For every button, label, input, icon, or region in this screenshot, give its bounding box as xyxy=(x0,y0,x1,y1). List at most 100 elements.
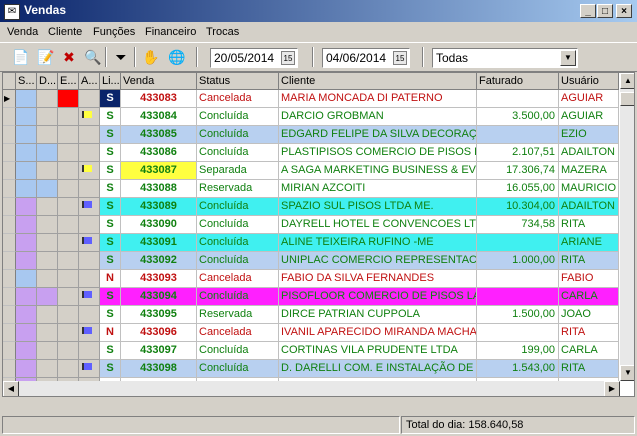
column-header[interactable]: Venda xyxy=(121,73,197,90)
menu-cliente[interactable]: Cliente xyxy=(48,26,82,38)
attachment-cell xyxy=(79,288,100,306)
invoiced-cell: 2.107,51 xyxy=(477,144,559,162)
menu-financeiro[interactable]: Financeiro xyxy=(145,26,196,38)
table-row[interactable]: S 433094 Concluída PISOFLOOR COMERCIO DE PI… xyxy=(3,288,619,306)
status-cell: Concluída xyxy=(197,198,279,216)
column-header[interactable]: S... xyxy=(16,73,37,90)
attachment-cell xyxy=(79,360,100,378)
delivery-color-cell xyxy=(37,270,58,288)
table-row[interactable]: S 433086 Concluída PLASTIPISOS COMERCIO DE … xyxy=(3,144,619,162)
table-row[interactable]: S 433095 Reservada DIRCE PATRIAN CUPPOLA 1.5… xyxy=(3,306,619,324)
user-cell: ADAILTON xyxy=(559,198,619,216)
column-header[interactable]: E... xyxy=(58,73,79,90)
invoiced-cell: 10.304,00 xyxy=(477,198,559,216)
menu-bar: Venda Cliente Funções Financeiro Trocas xyxy=(0,22,637,42)
table-row[interactable]: S 433087 Separada A SAGA MARKETING BUSINESS… xyxy=(3,162,619,180)
hand-icon[interactable]: ✋ xyxy=(140,46,162,68)
date-from-field[interactable]: 20/05/2014 15 xyxy=(210,48,298,68)
row-indicator xyxy=(3,270,16,288)
calendar-icon[interactable]: 15 xyxy=(393,51,407,65)
scroll-thumb[interactable] xyxy=(620,92,634,106)
search-icon[interactable]: 🔍 xyxy=(82,46,104,68)
error-color-cell xyxy=(58,288,79,306)
edit-document-icon[interactable]: 📝 xyxy=(35,46,57,68)
column-header[interactable]: Li... xyxy=(100,73,121,90)
close-button[interactable]: × xyxy=(616,4,632,18)
delete-document-icon[interactable]: ✖ xyxy=(58,46,80,68)
error-color-cell xyxy=(58,324,79,342)
column-header[interactable]: Status xyxy=(197,73,279,90)
invoiced-cell xyxy=(477,90,559,108)
client-cell: FABIO DA SILVA FERNANDES xyxy=(279,270,477,288)
scroll-left-icon[interactable]: ◀ xyxy=(3,381,19,396)
maximize-button[interactable]: □ xyxy=(597,4,613,18)
column-header[interactable]: A... xyxy=(79,73,100,90)
invoiced-cell: 734,58 xyxy=(477,216,559,234)
client-cell: PLASTIPISOS COMERCIO DE PISOS LT xyxy=(279,144,477,162)
delivery-color-cell xyxy=(37,306,58,324)
date-to-field[interactable]: 04/06/2014 15 xyxy=(322,48,410,68)
status-cell: Concluída xyxy=(197,252,279,270)
user-cell: JOAO xyxy=(559,306,619,324)
client-cell: PISOFLOOR COMERCIO DE PISOS LAM xyxy=(279,288,477,306)
client-cell: D. DARELLI COM. E INSTALAÇÃO DE F xyxy=(279,360,477,378)
table-row[interactable]: ▶ S 433083 Cancelada MARIA MONCADA DI PATERN… xyxy=(3,90,619,108)
user-cell: CARLA xyxy=(559,342,619,360)
table-row[interactable]: N 433093 Cancelada FABIO DA SILVA FERNANDES… xyxy=(3,270,619,288)
table-row[interactable]: N 433096 Cancelada IVANIL APARECIDO MIRANDA… xyxy=(3,324,619,342)
scroll-right-icon[interactable]: ▶ xyxy=(604,381,620,396)
attachment-cell xyxy=(79,198,100,216)
sale-number-cell: 433087 xyxy=(121,162,197,180)
limit-cell: S xyxy=(100,108,121,126)
table-row[interactable]: S 433090 Concluída DAYRELL HOTEL E CONVENCO… xyxy=(3,216,619,234)
delivery-color-cell xyxy=(37,90,58,108)
row-indicator: ▶ xyxy=(3,90,16,108)
status-cell: Concluída xyxy=(197,108,279,126)
table-row[interactable]: S 433088 Reservada MIRIAN AZCOITI 16.055,00 M… xyxy=(3,180,619,198)
table-row[interactable]: S 433092 Concluída UNIPLAC COMERCIO REPRESE… xyxy=(3,252,619,270)
attachment-cell xyxy=(79,108,100,126)
status-filter-select[interactable]: Todas ▼ xyxy=(432,48,578,68)
attachment-cell xyxy=(79,180,100,198)
sale-number-cell: 433088 xyxy=(121,180,197,198)
horizontal-scrollbar[interactable]: ◀ ▶ xyxy=(3,381,620,396)
column-header[interactable]: D... xyxy=(37,73,58,90)
column-header[interactable]: Faturado xyxy=(477,73,559,90)
minimize-button[interactable]: _ xyxy=(580,4,596,18)
status-color-cell xyxy=(16,270,37,288)
delivery-color-cell xyxy=(37,144,58,162)
table-row[interactable]: S 433085 Concluída EDGARD FELIPE DA SILVA D… xyxy=(3,126,619,144)
table-row[interactable]: S 433084 Concluída DARCIO GROBMAN 3.500,00 AG… xyxy=(3,108,619,126)
client-cell: UNIPLAC COMERCIO REPRESENTACA xyxy=(279,252,477,270)
status-color-cell xyxy=(16,216,37,234)
new-document-icon[interactable]: 📄 xyxy=(10,46,32,68)
error-color-cell xyxy=(58,342,79,360)
status-panel xyxy=(2,416,400,434)
menu-venda[interactable]: Venda xyxy=(7,26,38,38)
delivery-color-cell xyxy=(37,162,58,180)
globe-icon[interactable]: 🌐 xyxy=(166,46,188,68)
user-cell: EZIO xyxy=(559,126,619,144)
table-row[interactable]: S 433089 Concluída SPAZIO SUL PISOS LTDA ME… xyxy=(3,198,619,216)
calendar-icon[interactable]: 15 xyxy=(281,51,295,65)
column-header[interactable]: Cliente xyxy=(279,73,477,90)
user-cell: MAURICIO xyxy=(559,180,619,198)
table-row[interactable]: S 433091 Concluída ALINE TEIXEIRA RUFINO -M… xyxy=(3,234,619,252)
vertical-scrollbar[interactable]: ▲ ▼ xyxy=(620,73,634,381)
chevron-down-icon[interactable]: ▼ xyxy=(560,50,576,66)
status-cell: Concluída xyxy=(197,216,279,234)
scroll-down-icon[interactable]: ▼ xyxy=(620,365,634,381)
menu-funcoes[interactable]: Funções xyxy=(93,26,135,38)
limit-cell: S xyxy=(100,306,121,324)
scroll-up-icon[interactable]: ▲ xyxy=(620,73,634,89)
table-row[interactable]: S 433097 Concluída CORTINAS VILA PRUDENTE L… xyxy=(3,342,619,360)
table-row[interactable]: S 433098 Concluída D. DARELLI COM. E INSTAL… xyxy=(3,360,619,378)
flag-icon xyxy=(82,291,92,298)
window-title: Vendas xyxy=(24,3,67,17)
menu-trocas[interactable]: Trocas xyxy=(206,26,239,38)
status-color-cell xyxy=(16,198,37,216)
invoiced-cell xyxy=(477,270,559,288)
column-header[interactable]: Usuário xyxy=(559,73,619,90)
filter-icon[interactable]: ⏷ xyxy=(110,46,132,68)
sale-number-cell: 433095 xyxy=(121,306,197,324)
